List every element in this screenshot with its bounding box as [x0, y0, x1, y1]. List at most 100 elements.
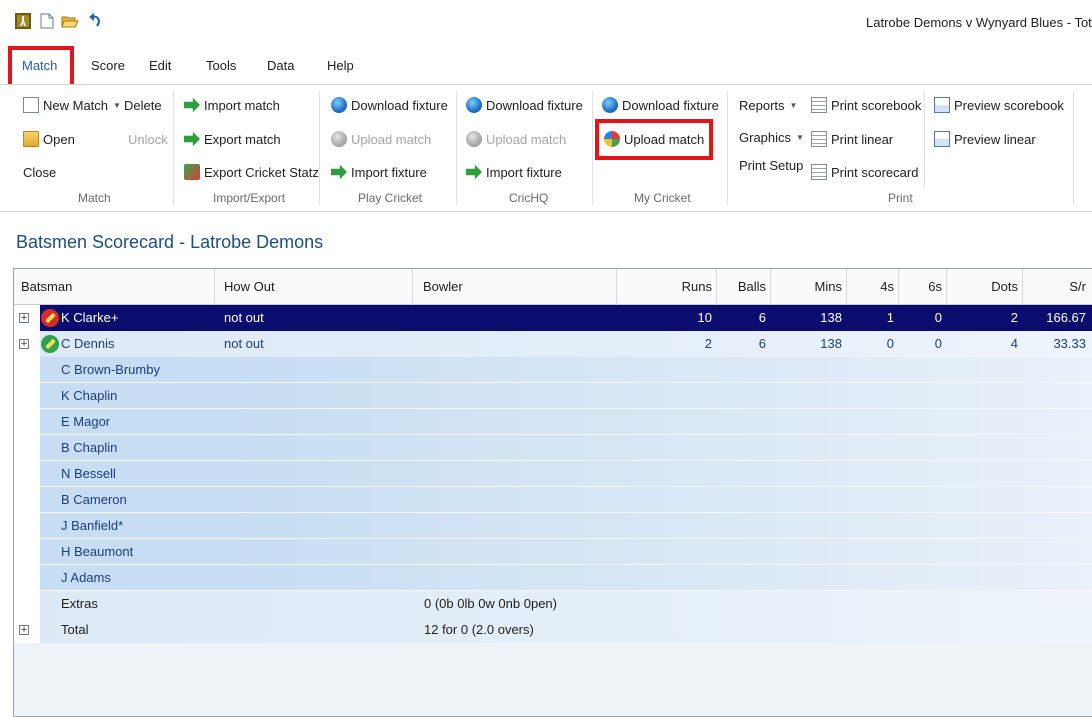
col-runs[interactable]: Runs — [652, 269, 712, 305]
batsman-name: K Clarke+ — [61, 310, 119, 325]
col-bowler[interactable]: Bowler — [423, 269, 463, 305]
row-gutter — [14, 565, 40, 591]
print-linear-button[interactable]: Print linear — [811, 129, 893, 149]
col-batsman[interactable]: Batsman — [21, 269, 72, 305]
col-6s[interactable]: 6s — [902, 269, 942, 305]
runs: 2 — [704, 336, 712, 351]
page-icon — [811, 131, 827, 147]
print-scorebook-button[interactable]: Print scorebook — [811, 95, 921, 115]
export-statz-label: Export Cricket Statz — [204, 164, 319, 180]
extras-row[interactable]: Extras 0 (0b 0lb 0w 0nb 0pen) — [14, 591, 1092, 617]
unlock-button[interactable]: Unlock — [128, 129, 168, 149]
reports-button[interactable]: Reports ▼ — [739, 95, 797, 115]
my-cricket-download-button[interactable]: Download fixture — [602, 95, 719, 115]
expand-icon[interactable]: + — [19, 313, 29, 323]
dots: 2 — [1010, 310, 1018, 325]
play-cricket-download-button[interactable]: Download fixture — [331, 95, 448, 115]
window-title: Latrobe Demons v Wynyard Blues - Tota — [866, 15, 1092, 30]
crichq-download-label: Download fixture — [486, 97, 583, 113]
tab-data[interactable]: Data — [267, 58, 294, 73]
print-scorebook-label: Print scorebook — [831, 97, 922, 113]
open-button[interactable]: Open — [23, 129, 75, 149]
tab-edit[interactable]: Edit — [149, 58, 171, 73]
crichq-upload-button[interactable]: Upload match — [466, 129, 566, 149]
table-row[interactable]: N Bessell — [14, 461, 1092, 487]
balls: 6 — [758, 336, 766, 351]
open-folder-icon[interactable] — [61, 12, 79, 30]
batsman-name: C Brown-Brumby — [61, 362, 160, 377]
play-cricket-upload-button[interactable]: Upload match — [331, 129, 431, 149]
close-button[interactable]: Close — [23, 162, 56, 182]
col-how-out[interactable]: How Out — [224, 269, 275, 305]
globe-disabled-icon — [466, 131, 482, 147]
table-row[interactable]: J Banfield* — [14, 513, 1092, 539]
batsman-name: B Chaplin — [61, 440, 118, 455]
crichq-upload-label: Upload match — [486, 131, 567, 147]
preview-linear-button[interactable]: Preview linear — [934, 129, 1036, 149]
mins: 138 — [820, 310, 842, 325]
balls: 6 — [758, 310, 766, 325]
expand-icon[interactable]: + — [19, 339, 29, 349]
ribbon-separator — [592, 91, 593, 205]
table-row[interactable]: J Adams — [14, 565, 1092, 591]
new-match-label: New Match — [43, 97, 109, 113]
col-4s[interactable]: 4s — [850, 269, 894, 305]
tab-tools[interactable]: Tools — [206, 58, 236, 73]
total-label: Total — [61, 622, 89, 637]
column-divider — [770, 269, 771, 305]
batsmen-scorecard-grid: Batsman How Out Bowler Runs Balls Mins 4… — [13, 268, 1092, 717]
batsman-name: H Beaumont — [61, 544, 134, 559]
batsman-name: J Adams — [61, 570, 111, 585]
crichq-download-button[interactable]: Download fixture — [466, 95, 583, 115]
col-mins[interactable]: Mins — [774, 269, 842, 305]
how-out: not out — [224, 336, 264, 351]
group-label-my-cricket: My Cricket — [634, 191, 691, 205]
graphics-button[interactable]: Graphics ▼ — [739, 127, 804, 147]
col-strike-rate[interactable]: S/r — [1026, 269, 1086, 305]
export-match-button[interactable]: Export match — [184, 129, 281, 149]
new-match-button[interactable]: New Match ▼ — [23, 95, 121, 115]
batting-icon — [41, 309, 59, 327]
close-label: Close — [23, 164, 57, 180]
total-row[interactable]: + Total 12 for 0 (2.0 overs) — [14, 617, 1092, 643]
table-row[interactable]: E Magor — [14, 409, 1092, 435]
play-cricket-import-label: Import fixture — [351, 164, 427, 180]
table-row[interactable]: B Chaplin — [14, 435, 1092, 461]
print-scorecard-label: Print scorecard — [831, 164, 919, 180]
graphics-label: Graphics — [739, 129, 792, 145]
export-match-label: Export match — [204, 131, 281, 147]
group-label-match: Match — [78, 191, 111, 205]
row-gutter — [14, 487, 40, 513]
play-cricket-import-button[interactable]: Import fixture — [331, 162, 427, 182]
print-linear-label: Print linear — [831, 131, 894, 147]
tab-help[interactable]: Help — [327, 58, 354, 73]
preview-scorebook-button[interactable]: Preview scorebook — [934, 95, 1064, 115]
page-icon — [811, 97, 827, 113]
globe-icon — [466, 97, 482, 113]
new-document-icon[interactable] — [38, 12, 56, 30]
table-row[interactable]: + K Clarke+ not out 10 6 138 1 0 2 166.6… — [14, 305, 1092, 331]
import-match-button[interactable]: Import match — [184, 95, 280, 115]
export-cricket-statz-button[interactable]: Export Cricket Statz — [184, 162, 319, 182]
col-balls[interactable]: Balls — [704, 269, 766, 305]
print-setup-button[interactable]: Print Setup — [739, 155, 803, 175]
table-row[interactable]: H Beaumont — [14, 539, 1092, 565]
tab-score[interactable]: Score — [91, 58, 125, 73]
import-fixture-icon — [331, 164, 347, 180]
expand-icon[interactable]: + — [19, 625, 29, 635]
column-divider — [412, 269, 413, 305]
crichq-import-button[interactable]: Import fixture — [466, 162, 562, 182]
row-gutter — [14, 591, 40, 617]
open-label: Open — [43, 131, 75, 147]
new-match-icon — [23, 97, 39, 113]
table-row[interactable]: K Chaplin — [14, 383, 1092, 409]
undo-icon[interactable] — [86, 12, 104, 30]
table-row[interactable]: C Brown-Brumby — [14, 357, 1092, 383]
row-gutter — [14, 409, 40, 435]
table-row[interactable]: + C Dennis not out 2 6 138 0 0 4 33.33 — [14, 331, 1092, 357]
globe-disabled-icon — [331, 131, 347, 147]
print-scorecard-button[interactable]: Print scorecard — [811, 162, 918, 182]
delete-button[interactable]: Delete — [124, 95, 162, 115]
col-dots[interactable]: Dots — [950, 269, 1018, 305]
table-row[interactable]: B Cameron — [14, 487, 1092, 513]
